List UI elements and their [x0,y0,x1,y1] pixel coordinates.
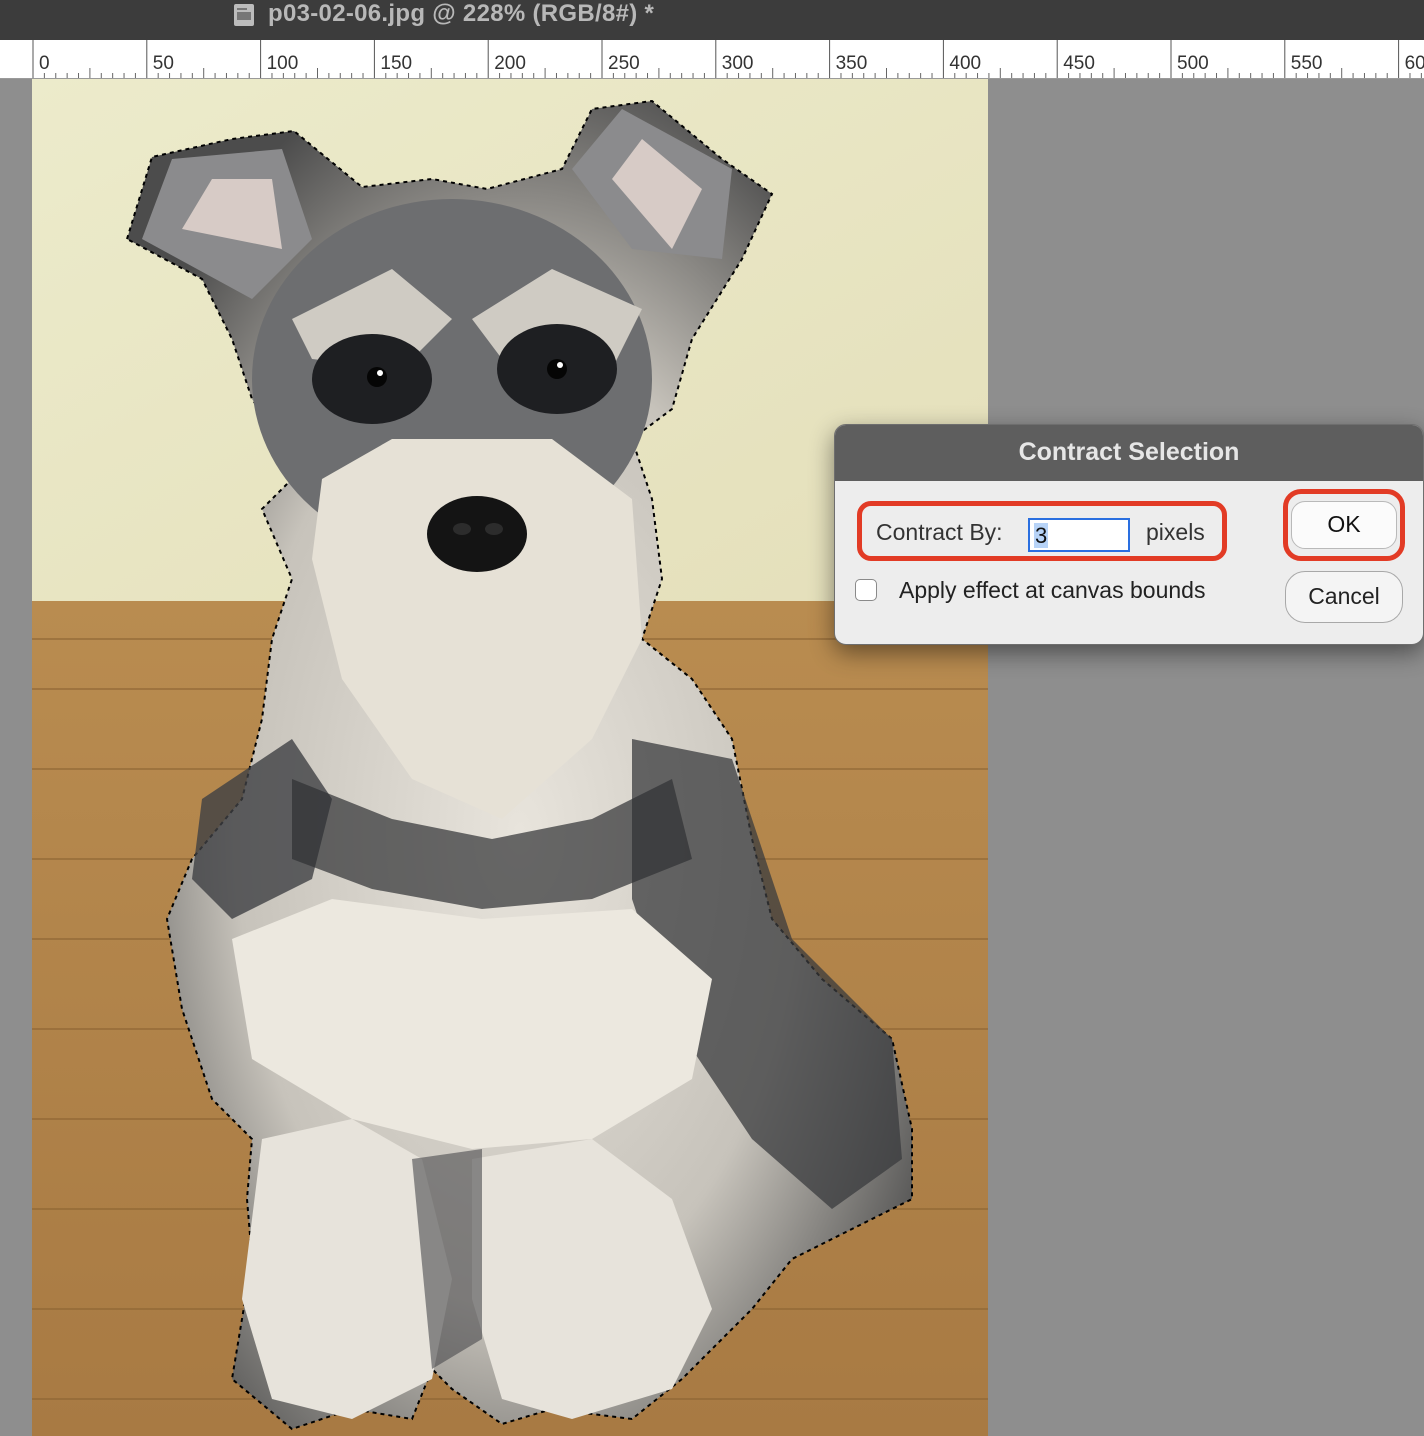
window-title-bar: p03-02-06.jpg @ 228% (RGB/8#) * [0,0,1424,40]
ruler-label: 50 [153,53,174,74]
canvas-bounds-checkbox[interactable] [855,579,877,601]
contract-by-highlight: Contract By: 3 pixels [857,501,1227,561]
ruler-label: 0 [39,53,50,74]
ruler-label: 350 [836,53,868,74]
ruler-label: 60 [1405,53,1424,74]
ruler-label: 550 [1291,53,1323,74]
document-title: p03-02-06.jpg @ 228% (RGB/8#) * [268,0,655,27]
ok-button[interactable]: OK [1291,501,1397,549]
ruler-label: 250 [608,53,640,74]
ruler-label: 500 [1177,53,1209,74]
canvas-bounds-label[interactable]: Apply effect at canvas bounds [899,577,1205,604]
contract-by-input[interactable]: 3 [1028,518,1130,552]
contract-unit-label: pixels [1146,519,1205,545]
contract-by-value: 3 [1034,523,1049,548]
ruler-label: 450 [1063,53,1095,74]
ruler-label: 300 [722,53,754,74]
horizontal-ruler[interactable]: 0 50 100 150 200 250 300 350 400 450 500 550 60 [0,40,1424,79]
contract-by-label: Contract By: [876,519,1003,545]
dialog-title: Contract Selection [835,425,1423,481]
dog-photo[interactable] [32,79,988,1436]
document-icon [234,4,254,26]
ruler-label: 200 [494,53,526,74]
canvas-bounds-option[interactable]: Apply effect at canvas bounds [855,577,1255,607]
ruler-label: 400 [949,53,981,74]
ruler-label: 150 [380,53,412,74]
contract-selection-dialog: Contract Selection Contract By: 3 pixels… [834,424,1424,645]
cancel-button[interactable]: Cancel [1285,571,1403,623]
ruler-label: 100 [267,53,299,74]
